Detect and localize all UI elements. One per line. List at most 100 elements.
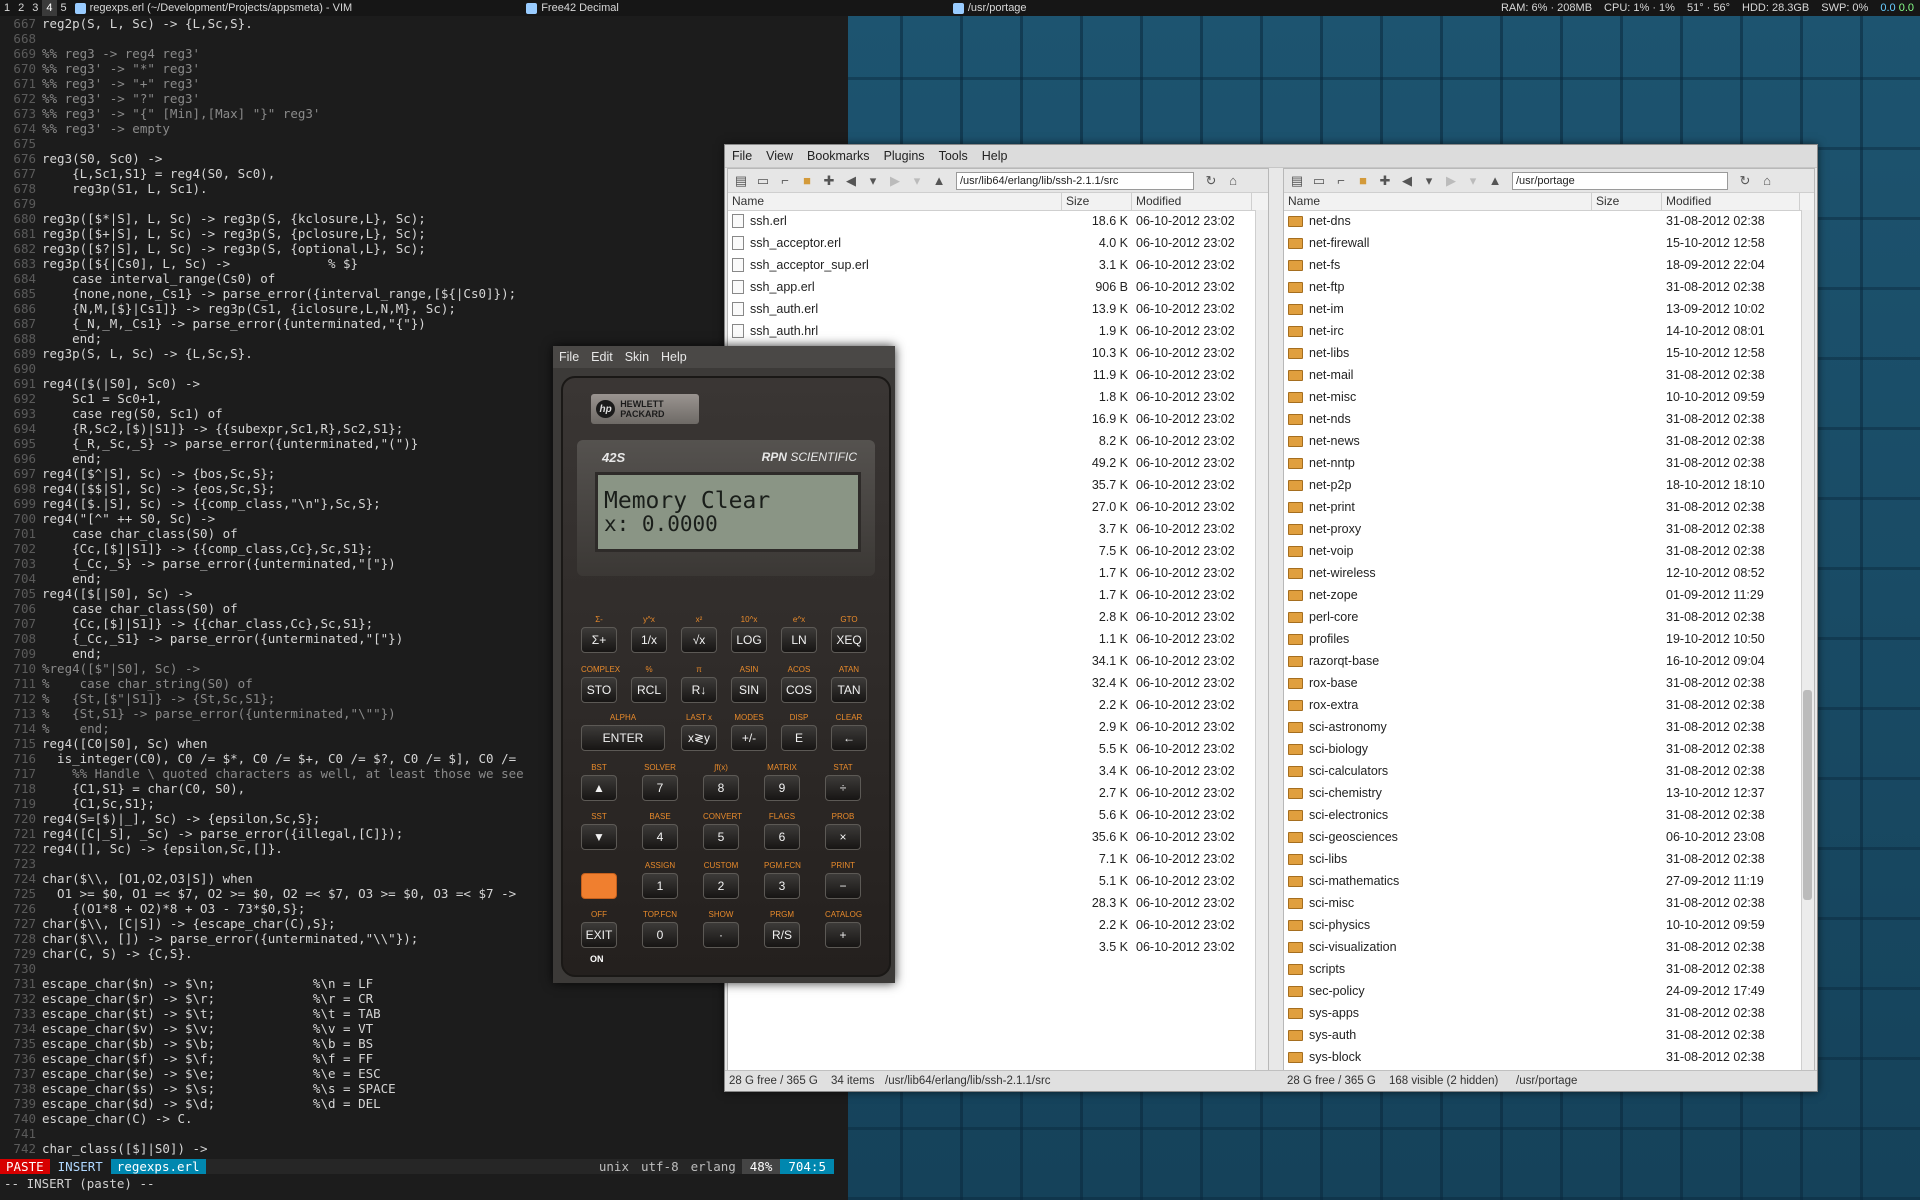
- code-line[interactable]: 677 {L,Sc1,S1} = reg4(S0, Sc0),: [0, 166, 848, 181]
- line-text[interactable]: escape_char($t) -> $\t; %\t = TAB: [42, 1006, 381, 1021]
- key-[interactable]: Σ- Σ+: [581, 614, 617, 653]
- line-text[interactable]: % {St,S1} -> parse_error({unterminated,"…: [42, 706, 396, 721]
- line-text[interactable]: char($\\, [O1,O2,O3|S]) when: [42, 871, 253, 886]
- line-text[interactable]: %% reg3' -> empty: [42, 121, 170, 136]
- col-modified[interactable]: Modified: [1662, 193, 1800, 210]
- code-line[interactable]: 681 reg3p([$+|S], L, Sc) -> reg3p(S, {pcl…: [0, 226, 848, 241]
- line-text[interactable]: {_R,_Sc,_S} -> parse_error({unterminated…: [42, 436, 418, 451]
- folder-row[interactable]: sci-geosciences 06-10-2012 23:08: [1284, 826, 1802, 848]
- code-line[interactable]: 742 char_class([$]|S0]) ->: [0, 1141, 848, 1156]
- fm-menu-help[interactable]: Help: [975, 149, 1015, 163]
- folder-row[interactable]: sec-policy 24-09-2012 17:49: [1284, 980, 1802, 1002]
- code-line[interactable]: 737 escape_char($e) -> $\e; %\e = ESC: [0, 1066, 848, 1081]
- line-text[interactable]: end;: [42, 646, 102, 661]
- folder-row[interactable]: sci-biology 31-08-2012 02:38: [1284, 738, 1802, 760]
- key-1[interactable]: ASSIGN 1: [642, 860, 678, 899]
- key-[interactable]: CATALOG +: [825, 909, 862, 948]
- line-text[interactable]: escape_char($r) -> $\r; %\r = CR: [42, 991, 373, 1006]
- line-text[interactable]: is_integer(C0), C0 /= $*, C0 /= $+, C0 /…: [42, 751, 516, 766]
- calc-menu-file[interactable]: File: [553, 350, 585, 364]
- folder-row[interactable]: sci-astronomy 31-08-2012 02:38: [1284, 716, 1802, 738]
- folder-row[interactable]: sci-libs 31-08-2012 02:38: [1284, 848, 1802, 870]
- key-3[interactable]: PGM.FCN 3: [764, 860, 801, 899]
- line-text[interactable]: escape_char(C) -> C.: [42, 1111, 193, 1126]
- folder-row[interactable]: perl-core 31-08-2012 02:38: [1284, 606, 1802, 628]
- line-text[interactable]: escape_char($b) -> $\b; %\b = BS: [42, 1036, 373, 1051]
- key-7[interactable]: SOLVER 7: [642, 762, 678, 801]
- folder-row[interactable]: net-zope 01-09-2012 11:29: [1284, 584, 1802, 606]
- folder-row[interactable]: scripts 31-08-2012 02:38: [1284, 958, 1802, 980]
- view-icon[interactable]: ▤: [1286, 171, 1308, 191]
- line-text[interactable]: char(C, S) -> {C,S}.: [42, 946, 193, 961]
- new-icon[interactable]: ✚: [1374, 171, 1396, 191]
- folder-row[interactable]: sys-apps 31-08-2012 02:38: [1284, 1002, 1802, 1024]
- code-line[interactable]: 668: [0, 31, 848, 46]
- code-line[interactable]: 683 reg3p([${|Cs0], L, Sc) -> % $}: [0, 256, 848, 271]
- right-scrollbar-thumb[interactable]: [1803, 690, 1812, 900]
- forward-menu-icon[interactable]: ▾: [1462, 171, 1484, 191]
- workspace-4[interactable]: 4: [42, 0, 57, 16]
- line-text[interactable]: end;: [42, 571, 102, 586]
- code-line[interactable]: 672 %% reg3' -> "?" reg3': [0, 91, 848, 106]
- folder-row[interactable]: net-voip 31-08-2012 02:38: [1284, 540, 1802, 562]
- line-text[interactable]: char($\\, []) -> parse_error({unterminat…: [42, 931, 418, 946]
- folder-row[interactable]: razorqt-base 16-10-2012 09:04: [1284, 650, 1802, 672]
- home-icon[interactable]: ⌂: [1222, 171, 1244, 191]
- key-xy[interactable]: LAST x x≷y: [681, 712, 717, 751]
- key-[interactable]: PROB ×: [825, 811, 861, 850]
- key-rs[interactable]: PRGM R/S: [764, 909, 800, 948]
- line-text[interactable]: {N,M,[$}|Cs1]} -> reg3p(Cs1, {iclosure,L…: [42, 301, 456, 316]
- line-text[interactable]: O1 >= $0, O1 =< $7, O2 >= $0, O2 =< $7, …: [42, 886, 516, 901]
- new-icon[interactable]: ✚: [818, 171, 840, 191]
- code-line[interactable]: 673 %% reg3' -> "{" [Min],[Max] "}" reg3': [0, 106, 848, 121]
- line-text[interactable]: {Cc,[$]|S1]} -> {{comp_class,Cc},Sc,S1};: [42, 541, 373, 556]
- key-[interactable]: STAT ÷: [825, 762, 861, 801]
- key-[interactable]: SST ▼: [581, 811, 617, 850]
- line-text[interactable]: {C1,S1} = char(C0, S0),: [42, 781, 245, 796]
- folder-row[interactable]: net-nds 31-08-2012 02:38: [1284, 408, 1802, 430]
- folder-row[interactable]: net-dns 31-08-2012 02:38: [1284, 210, 1802, 232]
- key-log[interactable]: 10^x LOG: [731, 614, 767, 653]
- code-line[interactable]: 735 escape_char($b) -> $\b; %\b = BS: [0, 1036, 848, 1051]
- folder-row[interactable]: net-irc 14-10-2012 08:01: [1284, 320, 1802, 342]
- key-0[interactable]: TOP.FCN 0: [642, 909, 678, 948]
- code-line[interactable]: 669 %% reg3 -> reg4 reg3': [0, 46, 848, 61]
- col-modified[interactable]: Modified: [1132, 193, 1252, 210]
- key-6[interactable]: FLAGS 6: [764, 811, 800, 850]
- line-text[interactable]: reg4([$$|S], Sc) -> {eos,Sc,S};: [42, 481, 275, 496]
- free42-calculator-window[interactable]: File Edit Skin Help hp HEWLETT PACKARD 42S …: [553, 346, 895, 983]
- folder-row[interactable]: net-im 13-09-2012 10:02: [1284, 298, 1802, 320]
- task-free42[interactable]: Free42 Decimal: [526, 0, 619, 16]
- folder-row[interactable]: net-p2p 18-10-2012 18:10: [1284, 474, 1802, 496]
- key-r[interactable]: π R↓: [681, 664, 717, 703]
- code-line[interactable]: 667 reg2p(S, L, Sc) -> {L,Sc,S}.: [0, 16, 848, 31]
- folder-row[interactable]: sci-electronics 31-08-2012 02:38: [1284, 804, 1802, 826]
- file-row[interactable]: ssh_acceptor.erl 4.0 K 06-10-2012 23:02: [728, 232, 1268, 254]
- line-text[interactable]: reg3p([$*|S], L, Sc) -> reg3p(S, {kclosu…: [42, 211, 426, 226]
- calc-menu-edit[interactable]: Edit: [585, 350, 619, 364]
- drive-icon[interactable]: ▭: [752, 171, 774, 191]
- line-text[interactable]: escape_char($f) -> $\f; %\f = FF: [42, 1051, 373, 1066]
- line-text[interactable]: %% reg3' -> "?" reg3': [42, 91, 200, 106]
- line-text[interactable]: % end;: [42, 721, 110, 736]
- key-8[interactable]: ∫f(x) 8: [703, 762, 739, 801]
- workspace-switcher[interactable]: 12345: [0, 0, 71, 16]
- code-line[interactable]: 686 {N,M,[$}|Cs1]} -> reg3p(Cs1, {iclosu…: [0, 301, 848, 316]
- code-line[interactable]: 736 escape_char($f) -> $\f; %\f = FF: [0, 1051, 848, 1066]
- key-9[interactable]: MATRIX 9: [764, 762, 800, 801]
- line-text[interactable]: reg4("[^" ++ S0, Sc) ->: [42, 511, 215, 526]
- folder-row[interactable]: net-nntp 31-08-2012 02:38: [1284, 452, 1802, 474]
- code-line[interactable]: 679: [0, 196, 848, 211]
- folder-row[interactable]: net-mail 31-08-2012 02:38: [1284, 364, 1802, 386]
- back-icon[interactable]: ◀: [840, 171, 862, 191]
- back-icon[interactable]: ◀: [1396, 171, 1418, 191]
- folder-row[interactable]: net-ftp 31-08-2012 02:38: [1284, 276, 1802, 298]
- back-menu-icon[interactable]: ▾: [862, 171, 884, 191]
- file-row[interactable]: ssh_app.erl 906 B 06-10-2012 23:02: [728, 276, 1268, 298]
- key-4[interactable]: BASE 4: [642, 811, 678, 850]
- key-xeq[interactable]: GTO XEQ: [831, 614, 867, 653]
- right-file-list[interactable]: net-dns 31-08-2012 02:38 net-firewall 15-10…: [1284, 210, 1802, 1070]
- folder-row[interactable]: sci-misc 31-08-2012 02:38: [1284, 892, 1802, 914]
- up-icon[interactable]: ▲: [928, 171, 950, 191]
- folder-row[interactable]: rox-base 31-08-2012 02:38: [1284, 672, 1802, 694]
